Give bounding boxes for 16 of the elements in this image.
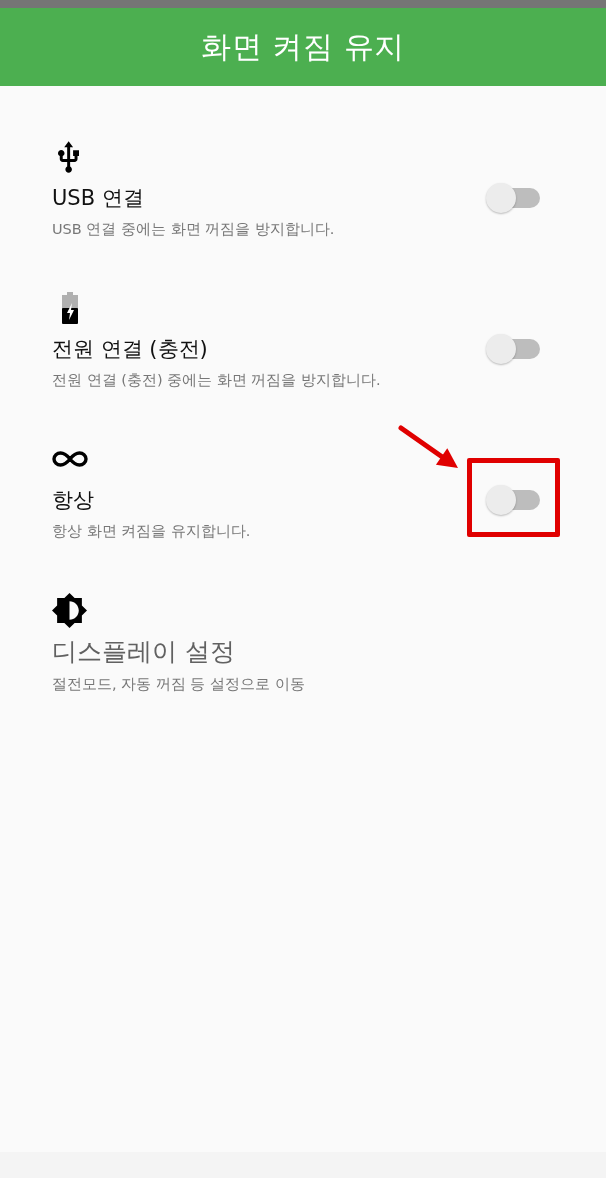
setting-description: USB 연결 중에는 화면 꺼짐을 방지합니다.: [52, 220, 336, 239]
app-title: 화면 켜짐 유지: [201, 29, 405, 65]
setting-description: 전원 연결 (충전) 중에는 화면 꺼짐을 방지합니다.: [52, 371, 382, 390]
infinity-icon: [52, 451, 88, 467]
setting-title: 전원 연결 (충전): [52, 336, 208, 363]
setting-title: 항상: [52, 487, 94, 514]
toggle-switch[interactable]: [486, 334, 540, 364]
brightness-icon: [52, 592, 87, 628]
setting-description: 절전모드, 자동 꺼짐 등 설정으로 이동: [52, 675, 306, 694]
setting-description: 항상 화면 켜짐을 유지합니다.: [52, 522, 252, 541]
battery-charging-icon: [62, 292, 78, 324]
toggle-switch[interactable]: [486, 183, 540, 213]
setting-link[interactable]: 디스플레이 설정: [52, 636, 235, 668]
usb-icon: [58, 141, 79, 173]
toggle-switch[interactable]: [486, 485, 540, 515]
setting-title: USB 연결: [52, 185, 144, 212]
